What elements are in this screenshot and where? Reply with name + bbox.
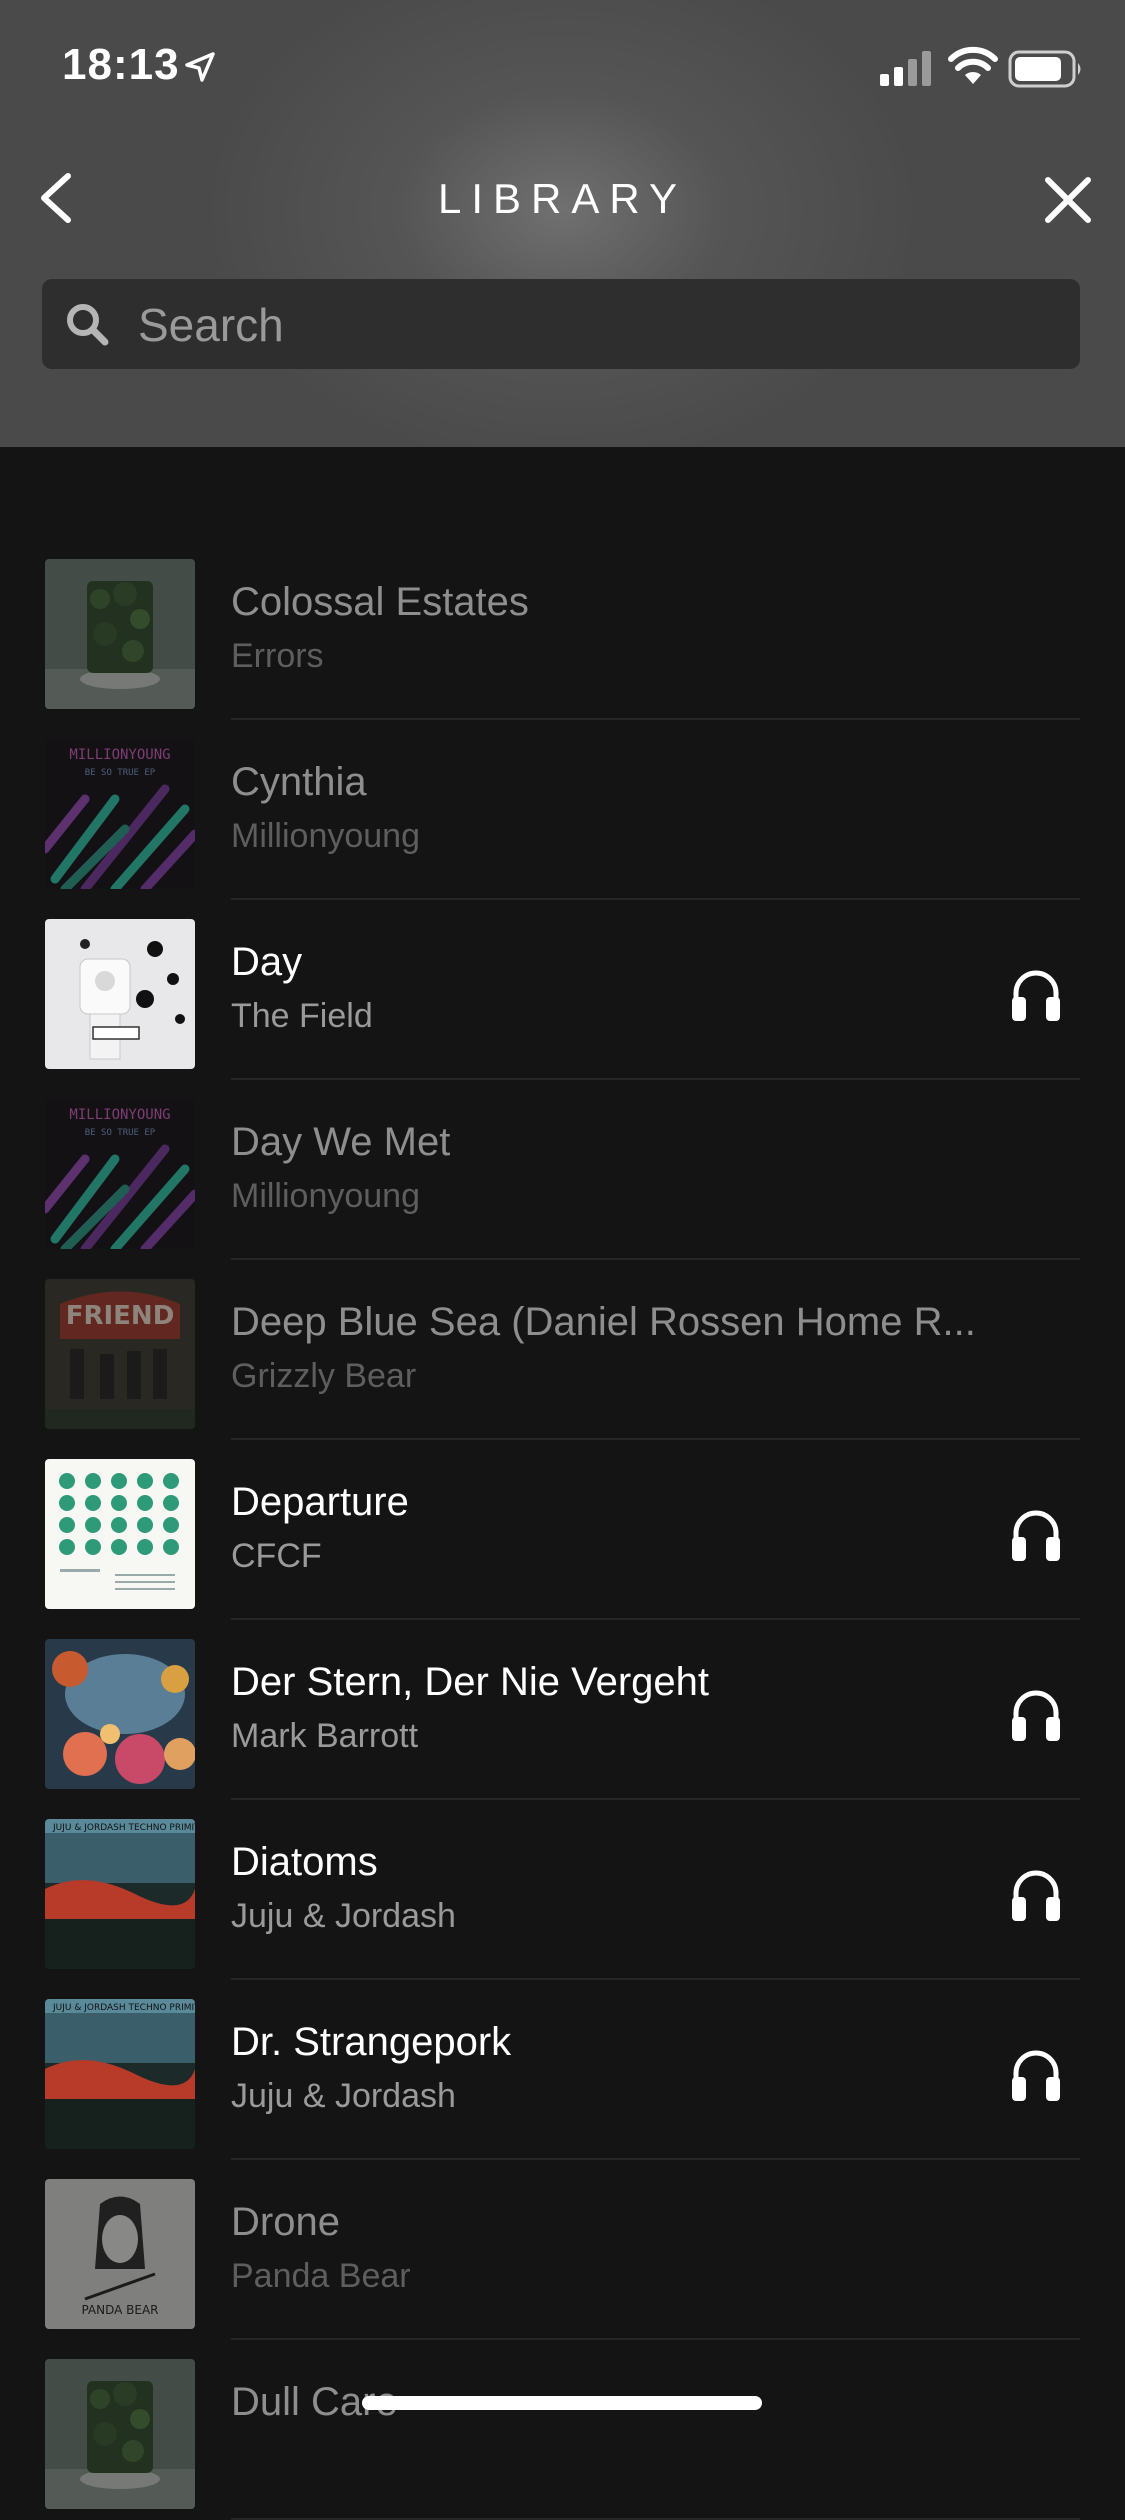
track-row[interactable]: JUJU & JORDASH TECHNO PRIMITIVISM Diatoms… — [0, 1707, 1125, 1980]
search-icon — [67, 304, 109, 346]
svg-text:JUJU & JORDASH TECHNO PRIMITI: JUJU & JORDASH TECHNO PRIMITIVISM — [52, 1823, 195, 1833]
track-title: Colossal Estates — [231, 580, 529, 624]
page-title: LIBRARY — [438, 175, 687, 222]
track-title: Diatoms — [231, 1840, 378, 1884]
library-header: 18:13 LIBRARY — [0, 0, 1125, 447]
track-row[interactable]: MILLIONYOUNG BE SO TRUE EP Cynthia Milliony… — [0, 627, 1125, 900]
track-title: Departure — [231, 1480, 409, 1524]
track-title: Day We Met — [231, 1120, 451, 1164]
battery-icon — [1008, 50, 1081, 88]
track-row[interactable]: JUJU & JORDASH TECHNO PRIMITIVISM Dr. Str… — [0, 1887, 1125, 2160]
cellular-signal-icon — [880, 51, 931, 86]
track-row[interactable]: Departure CFCF — [0, 1347, 1125, 1620]
svg-text:MILLIONYOUNG: MILLIONYOUNG — [69, 1107, 170, 1123]
wifi-icon — [948, 46, 998, 84]
svg-text:JUJU & JORDASH TECHNO PRIMITI: JUJU & JORDASH TECHNO PRIMITIVISM — [52, 2003, 195, 2013]
svg-text:BE SO TRUE EP: BE SO TRUE EP — [85, 1128, 156, 1138]
home-indicator[interactable] — [362, 2396, 762, 2410]
status-bar: 18:13 — [0, 0, 1125, 140]
svg-text:FRIEND: FRIEND — [66, 1301, 175, 1331]
track-title: Drone — [231, 2200, 340, 2244]
track-row[interactable]: Der Stern, Der Nie Vergeht Mark Barrott — [0, 1527, 1125, 1800]
album-art — [45, 2359, 195, 2509]
status-time: 18:13 — [62, 40, 180, 89]
track-title: Der Stern, Der Nie Vergeht — [231, 1660, 709, 1704]
track-title: Deep Blue Sea (Daniel Rossen Home R... — [231, 1300, 976, 1344]
close-icon[interactable] — [1040, 172, 1096, 228]
search-bar[interactable] — [42, 279, 1080, 371]
location-arrow-icon — [185, 52, 215, 82]
track-title: Day — [231, 940, 303, 984]
track-row[interactable]: FRIEND Deep Blue Sea (Daniel Rossen Home … — [0, 1167, 1125, 1440]
svg-text:MILLIONYOUNG: MILLIONYOUNG — [69, 747, 170, 763]
track-title: Dr. Strangepork — [231, 2020, 512, 2064]
track-row[interactable]: Day The Field — [0, 807, 1125, 1080]
track-row[interactable]: Colossal Estates Errors — [0, 447, 1125, 720]
track-title: Cynthia — [231, 760, 367, 804]
track-row[interactable]: PANDA BEAR Drone Panda Bear — [0, 2067, 1125, 2340]
track-row[interactable]: MILLIONYOUNG BE SO TRUE EP Day We Met Milli… — [0, 987, 1125, 1260]
search-input[interactable] — [136, 279, 1060, 371]
svg-text:BE SO TRUE EP: BE SO TRUE EP — [85, 768, 156, 778]
